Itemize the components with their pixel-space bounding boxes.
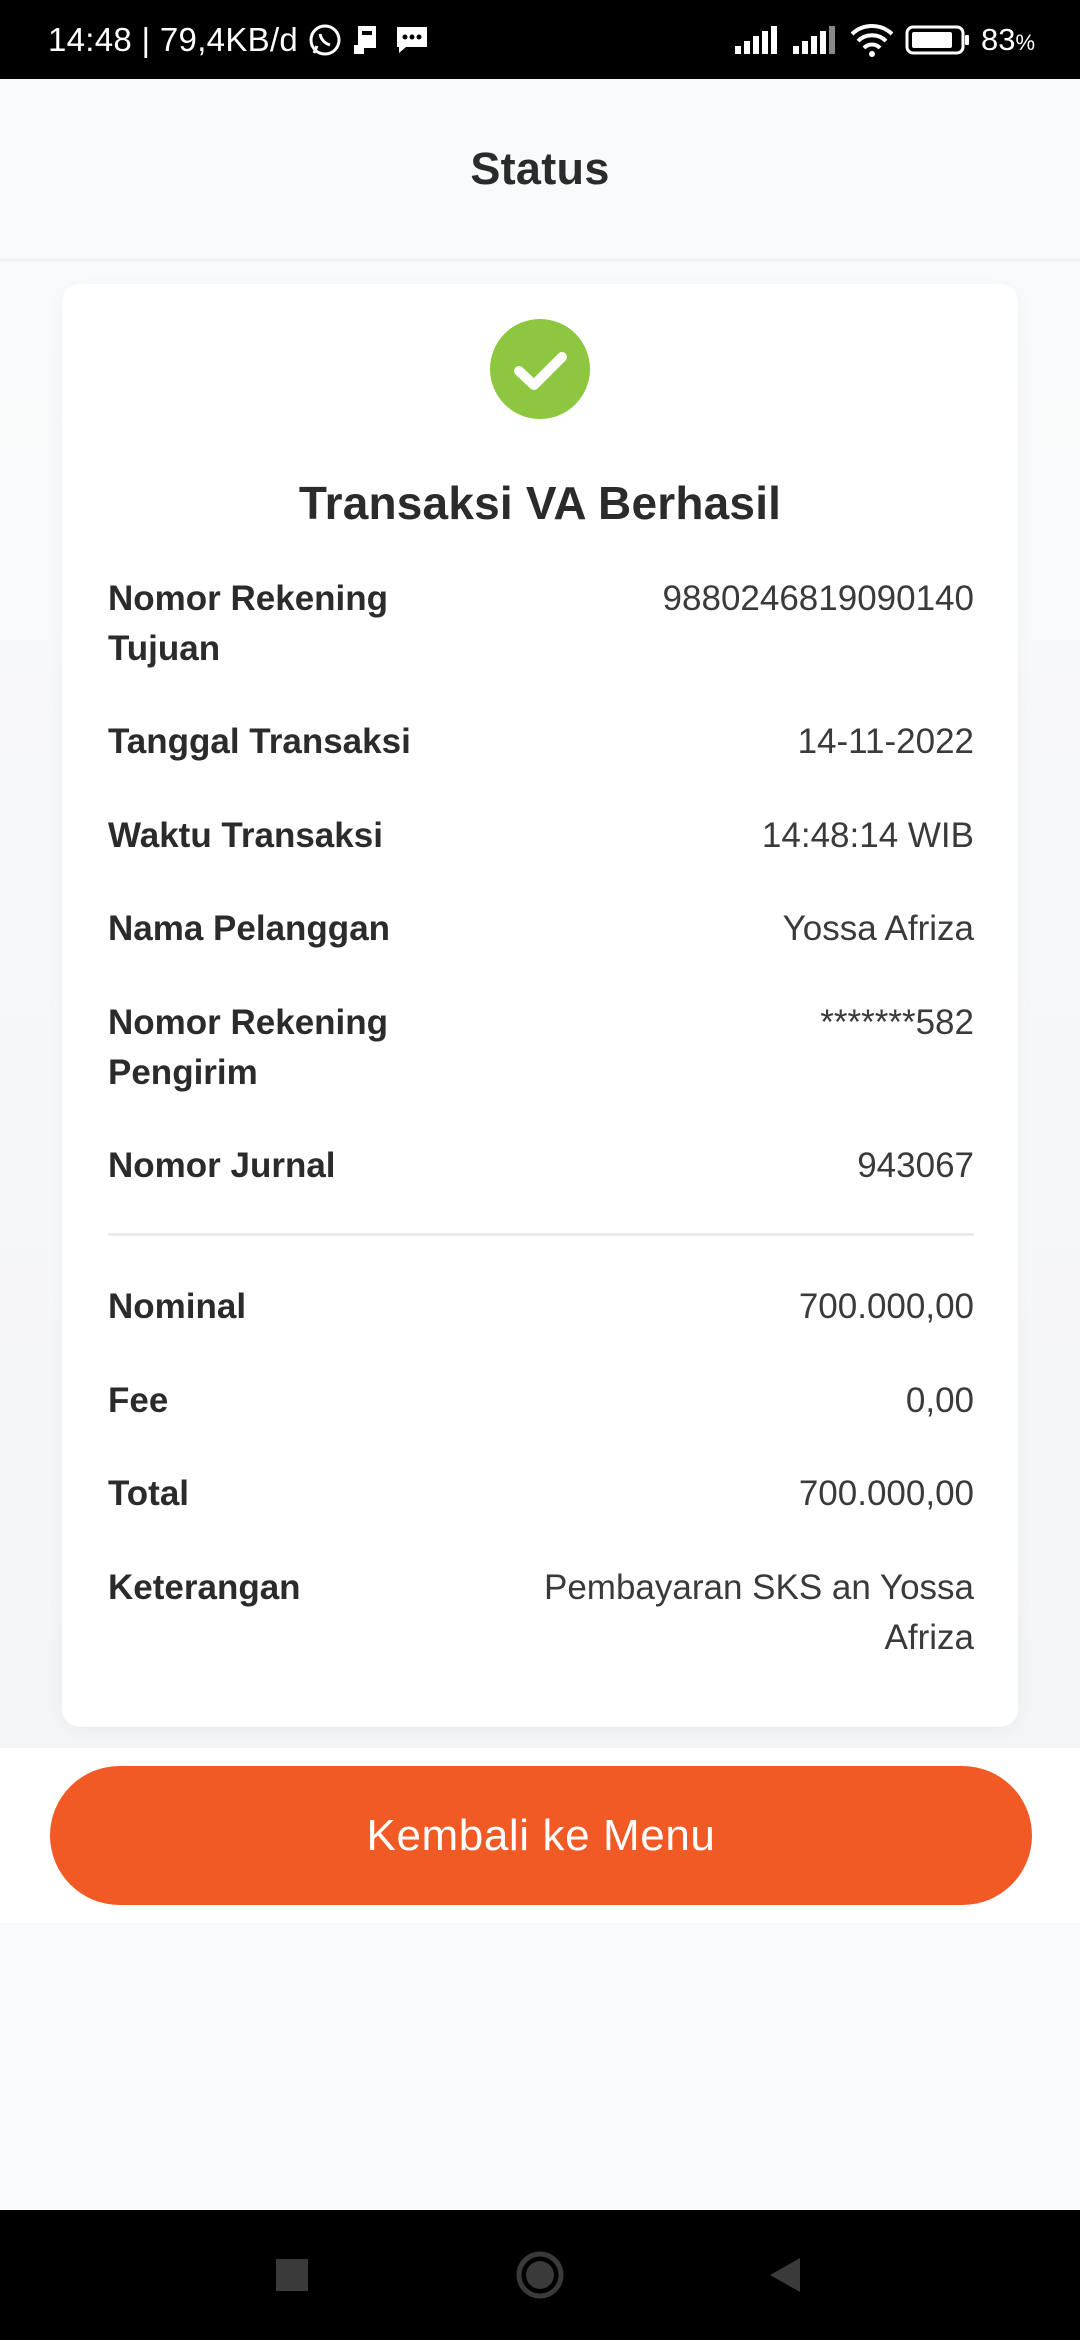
amount-label: Nominal xyxy=(108,1287,247,1326)
detail-label: Nomor Jurnal xyxy=(108,1146,336,1185)
signal-icon xyxy=(733,24,781,56)
sim-icon xyxy=(352,23,384,57)
amount-value: 700.000,00 xyxy=(798,1287,974,1326)
detail-label: Tanggal Transaksi xyxy=(108,722,411,761)
divider xyxy=(108,1233,974,1236)
detail-value: *******582 xyxy=(820,1003,974,1042)
bottom-action-bar: Kembali ke Menu xyxy=(0,1748,1080,1923)
app-header: Status xyxy=(0,79,1080,261)
message-icon xyxy=(394,24,430,56)
amount-row-description: Keterangan Pembayaran SKS an Yossa Afriz… xyxy=(108,1563,974,1663)
page-title: Status xyxy=(470,143,610,194)
amount-label: Keterangan xyxy=(108,1568,301,1607)
status-bar: 14:48 | 79,4KB/d 83% xyxy=(0,0,1080,79)
amount-value: 700.000,00 xyxy=(798,1474,974,1513)
detail-row-customer-name: Nama Pelanggan Yossa Afriza xyxy=(108,904,974,954)
detail-value: 14-11-2022 xyxy=(797,722,974,761)
amount-value: Pembayaran SKS an Yossa Afriza xyxy=(543,1568,974,1657)
amount-value: 0,00 xyxy=(905,1381,974,1420)
back-to-menu-button[interactable]: Kembali ke Menu xyxy=(50,1766,1032,1905)
detail-value: Yossa Afriza xyxy=(782,909,974,948)
back-icon[interactable] xyxy=(768,2256,802,2294)
battery-level: 83% xyxy=(980,21,1035,57)
recents-icon[interactable] xyxy=(275,2258,309,2292)
detail-label: Waktu Transaksi xyxy=(108,816,383,855)
detail-row-transaction-date: Tanggal Transaksi 14-11-2022 xyxy=(108,717,974,767)
detail-value: 14:48:14 WIB xyxy=(761,816,974,855)
detail-label: Nama Pelanggan xyxy=(108,909,391,948)
receipt-title: Transaksi VA Berhasil xyxy=(298,477,782,529)
amount-row-fee: Fee 0,00 xyxy=(108,1376,974,1426)
amount-label: Fee xyxy=(108,1381,169,1420)
status-time: 14:48 | 79,4KB/d xyxy=(48,20,299,58)
detail-row-destination-account: Nomor Rekening Tujuan 9880246819090140 xyxy=(108,574,974,674)
home-icon[interactable] xyxy=(515,2250,565,2300)
detail-row-journal-number: Nomor Jurnal 943067 xyxy=(108,1141,974,1191)
battery-icon xyxy=(905,24,971,56)
detail-value: 9880246819090140 xyxy=(662,579,974,618)
signal-icon xyxy=(791,24,839,56)
system-nav-bar xyxy=(0,2210,1080,2340)
detail-row-transaction-time: Waktu Transaksi 14:48:14 WIB xyxy=(108,811,974,861)
whatsapp-icon xyxy=(308,23,342,57)
amount-row-nominal: Nominal 700.000,00 xyxy=(108,1282,974,1332)
amount-label: Total xyxy=(108,1474,190,1513)
wifi-icon xyxy=(849,22,895,58)
detail-row-sender-account: Nomor Rekening Pengirim *******582 xyxy=(108,998,974,1098)
detail-label: Nomor Rekening Tujuan xyxy=(108,579,389,668)
check-circle-icon xyxy=(490,319,590,419)
detail-label: Nomor Rekening Pengirim xyxy=(108,1003,389,1092)
amount-row-total: Total 700.000,00 xyxy=(108,1469,974,1519)
receipt-card: Transaksi VA Berhasil Nomor Rekening Tuj… xyxy=(62,284,1018,1727)
detail-value: 943067 xyxy=(857,1146,974,1185)
content-area: Transaksi VA Berhasil Nomor Rekening Tuj… xyxy=(0,262,1080,1748)
